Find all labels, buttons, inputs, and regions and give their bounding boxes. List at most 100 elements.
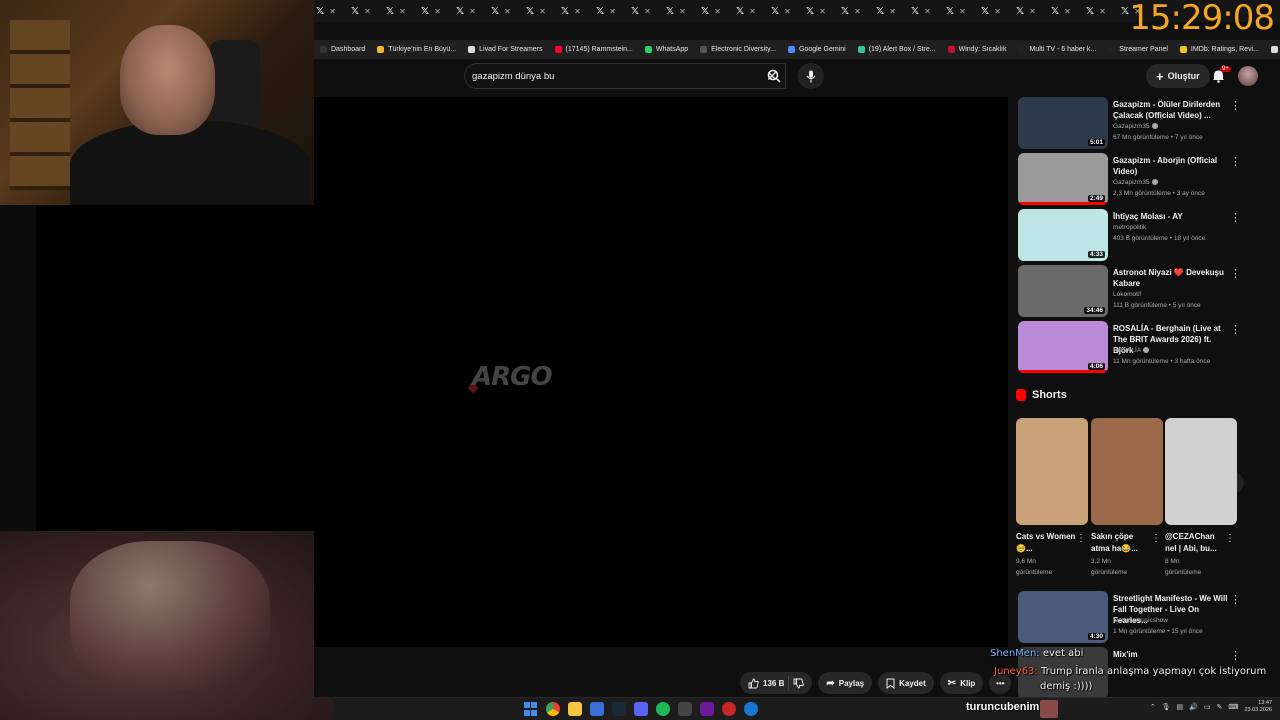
app-icon[interactable] — [744, 702, 758, 716]
video-title[interactable]: Gazapizm - Aborjin (Official Video) — [1113, 155, 1229, 177]
thumbs-down-icon[interactable] — [793, 678, 805, 689]
app-icon[interactable] — [590, 702, 604, 716]
video-channel[interactable]: Gazapizm35 — [1113, 179, 1158, 186]
battery-icon[interactable]: ▭ — [1204, 703, 1211, 711]
browser-tab[interactable]: 𝕏 ✕ — [351, 6, 386, 17]
like-button[interactable]: 136 B — [740, 672, 813, 694]
spotify-icon[interactable] — [656, 702, 670, 716]
close-icon[interactable]: ✕ — [504, 7, 511, 16]
more-vert-icon[interactable]: ⋮ — [1151, 533, 1161, 544]
close-icon[interactable]: ✕ — [994, 7, 1001, 16]
bookmark-item[interactable]: Dashboard — [314, 46, 371, 53]
more-vert-icon[interactable]: ⋮ — [1225, 533, 1235, 544]
bookmark-item[interactable]: Streamer Panel — [1102, 46, 1174, 53]
more-vert-icon[interactable]: ⋮ — [1076, 533, 1086, 544]
video-thumbnail[interactable]: 4:33 — [1018, 209, 1108, 261]
bookmark-item[interactable]: Türkiye'nin En Büyü... — [371, 46, 462, 53]
close-icon[interactable]: ✕ — [609, 7, 616, 16]
bookmark-item[interactable]: WhatsApp — [639, 46, 694, 53]
close-icon[interactable]: ✕ — [539, 7, 546, 16]
related-video[interactable]: 2:49 Gazapizm - Aborjin (Official Video)… — [1016, 153, 1266, 207]
close-icon[interactable]: ✕ — [1099, 7, 1106, 16]
video-thumbnail[interactable]: 34:46 — [1018, 265, 1108, 317]
close-icon[interactable]: ✕ — [889, 7, 896, 16]
bookmark-item[interactable]: Windy: Sıcaklık — [942, 46, 1013, 53]
voice-search-button[interactable] — [798, 63, 824, 89]
browser-tab[interactable]: 𝕏 ✕ — [596, 6, 631, 17]
more-vert-icon[interactable]: ⋮ — [1230, 593, 1241, 606]
bookmark-item[interactable]: Google Gemini — [782, 46, 852, 53]
user-avatar[interactable] — [1238, 66, 1258, 86]
browser-tab[interactable]: 𝕏 ✕ — [316, 6, 351, 17]
bookmark-item[interactable]: Electronic Diversity... — [694, 46, 782, 53]
video-thumbnail[interactable]: 5:01 — [1018, 97, 1108, 149]
browser-tab[interactable]: 𝕏 ✕ — [631, 6, 666, 17]
close-icon[interactable]: ✕ — [574, 7, 581, 16]
browser-tab[interactable]: 𝕏 ✕ — [421, 6, 456, 17]
video-title[interactable]: Gazapizm - Ölüler Dirilerden Çalacak (Of… — [1113, 99, 1229, 121]
related-video[interactable]: 34:46 Astronot Niyazi ❤️ Devekuşu Kabare… — [1016, 265, 1266, 319]
video-channel[interactable]: metropolitik — [1113, 224, 1146, 231]
browser-tab[interactable]: 𝕏 ✕ — [526, 6, 561, 17]
steam-icon[interactable] — [612, 702, 626, 716]
short-thumbnail[interactable] — [1016, 418, 1088, 525]
browser-tab[interactable]: 𝕏 ✕ — [386, 6, 421, 17]
video-channel[interactable]: fearlessmusicshow — [1113, 617, 1168, 624]
video-title[interactable]: İhtiyaç Molası - AY — [1113, 211, 1229, 222]
more-vert-icon[interactable]: ⋮ — [1230, 323, 1241, 336]
close-icon[interactable]: ✕ — [329, 7, 336, 16]
close-icon[interactable]: ✕ — [784, 7, 791, 16]
close-icon[interactable]: ✕ — [819, 7, 826, 16]
short-title[interactable]: @CEZAChan nel | Abi, bu... — [1165, 531, 1225, 555]
chrome-icon[interactable] — [546, 702, 560, 716]
video-title[interactable]: Mix'im — [1113, 649, 1229, 660]
tray-clock[interactable]: 13:47 23.03.2026 — [1244, 700, 1272, 714]
browser-tab[interactable]: 𝕏 ✕ — [701, 6, 736, 17]
browser-tab[interactable]: 𝕏 ✕ — [456, 6, 491, 17]
browser-tab[interactable]: 𝕏 ✕ — [1016, 6, 1051, 17]
network-icon[interactable]: ▤ — [1177, 703, 1184, 711]
browser-tab[interactable]: 𝕏 ✕ — [876, 6, 911, 17]
bookmark-item[interactable]: Multi TV - 6 haber k... — [1012, 46, 1102, 53]
clip-button[interactable]: ✂ Klip — [939, 672, 984, 694]
video-channel[interactable]: Lokomotif — [1113, 291, 1141, 298]
short-thumbnail[interactable] — [1165, 418, 1237, 525]
close-icon[interactable]: ✕ — [854, 7, 861, 16]
browser-tab[interactable]: 𝕏 ✕ — [491, 6, 526, 17]
more-vert-icon[interactable]: ⋮ — [1230, 155, 1241, 168]
related-video[interactable]: 5:01 Gazapizm - Ölüler Dirilerden Çalaca… — [1016, 97, 1266, 151]
chevron-up-icon[interactable]: ⌃ — [1150, 703, 1156, 711]
save-button[interactable]: Kaydet — [878, 672, 934, 694]
settings-icon[interactable] — [722, 702, 736, 716]
search-button[interactable] — [759, 63, 789, 89]
browser-tab[interactable]: 𝕏 ✕ — [806, 6, 841, 17]
browser-tab[interactable]: 𝕏 ✕ — [841, 6, 876, 17]
close-icon[interactable]: ✕ — [749, 7, 756, 16]
search-box[interactable]: ✕ — [464, 63, 786, 89]
close-icon[interactable]: ✕ — [399, 7, 406, 16]
file-explorer-icon[interactable] — [568, 702, 582, 716]
windows-start-icon[interactable] — [524, 702, 538, 716]
search-input[interactable] — [472, 70, 759, 82]
bookmark-item[interactable]: IMDb: Ratings, Revi... — [1174, 46, 1265, 53]
bookmark-item[interactable]: Livad For Streamers — [462, 46, 548, 53]
video-thumbnail[interactable]: 4:06 — [1018, 321, 1108, 373]
close-icon[interactable]: ✕ — [959, 7, 966, 16]
close-icon[interactable]: ✕ — [924, 7, 931, 16]
close-icon[interactable]: ✕ — [364, 7, 371, 16]
browser-tab[interactable]: 𝕏 ✕ — [666, 6, 701, 17]
close-icon[interactable]: ✕ — [1064, 7, 1071, 16]
browser-tab[interactable]: 𝕏 ✕ — [1051, 6, 1086, 17]
close-icon[interactable]: ✕ — [714, 7, 721, 16]
video-channel[interactable]: ROSALÍA — [1113, 347, 1150, 354]
discord-icon[interactable] — [634, 702, 648, 716]
microphone-icon[interactable]: 🎙 — [1162, 703, 1171, 711]
browser-tab[interactable]: 𝕏 ✕ — [736, 6, 771, 17]
more-vert-icon[interactable]: ⋮ — [1230, 211, 1241, 224]
short-thumbnail[interactable] — [1091, 418, 1163, 525]
video-thumbnail[interactable]: 4:30 — [1018, 591, 1108, 643]
language-icon[interactable]: ⌨ — [1228, 703, 1238, 711]
app-icon[interactable] — [700, 702, 714, 716]
close-icon[interactable]: ✕ — [1029, 7, 1036, 16]
create-button[interactable]: + Oluştur — [1146, 64, 1210, 88]
